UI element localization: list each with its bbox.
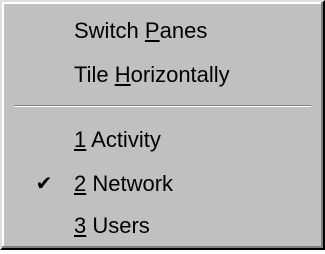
menu-item-label: 2 Network	[74, 171, 174, 196]
menu-separator	[14, 105, 311, 107]
menu-item-label: 1 Activity	[74, 127, 161, 152]
menu-item-tile-horizontally[interactable]: Tile Horizontally	[6, 55, 319, 95]
window-menu: Switch Panes Tile Horizontally 1 Activit…	[0, 0, 325, 250]
menu-item-label: 3 Users	[74, 213, 150, 238]
checkmark-icon: ✔	[35, 173, 53, 195]
menu-item-label: Tile Horizontally	[74, 62, 230, 87]
menu-item-window-activity[interactable]: 1 Activity	[6, 120, 319, 160]
menu-item-window-users[interactable]: 3 Users	[6, 206, 319, 246]
menu-item-label: Switch Panes	[74, 18, 208, 43]
menu-item-switch-panes[interactable]: Switch Panes	[6, 11, 319, 51]
menu-item-window-network[interactable]: ✔ 2 Network	[6, 164, 319, 204]
